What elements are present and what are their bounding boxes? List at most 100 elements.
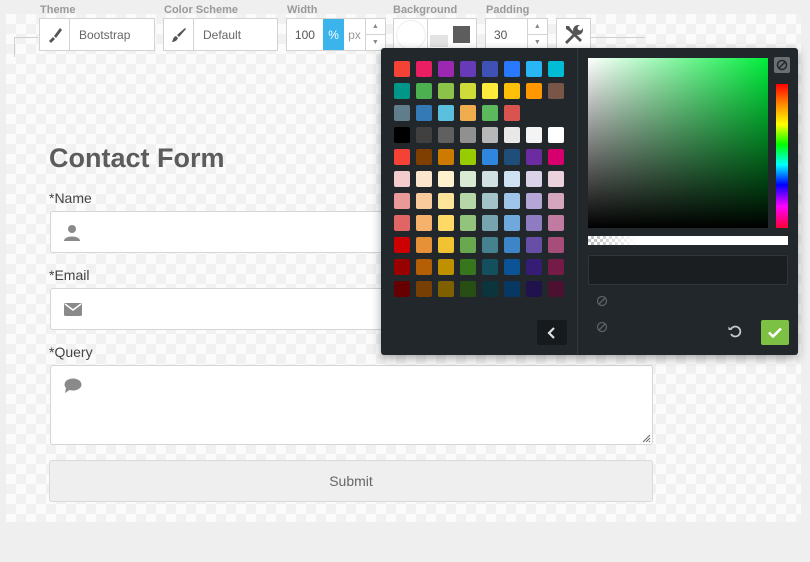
color-swatch[interactable] — [438, 281, 454, 297]
color-swatch[interactable] — [438, 193, 454, 209]
color-swatch[interactable] — [460, 215, 476, 231]
query-textarea[interactable] — [50, 365, 653, 445]
color-swatch[interactable] — [460, 171, 476, 187]
hue-slider[interactable] — [776, 84, 788, 228]
color-swatch[interactable] — [394, 127, 410, 143]
color-swatch[interactable] — [394, 215, 410, 231]
color-swatch[interactable] — [438, 259, 454, 275]
color-swatch[interactable] — [548, 149, 564, 165]
clear-color-button[interactable] — [774, 57, 790, 73]
color-swatch[interactable] — [460, 193, 476, 209]
color-swatch[interactable] — [504, 259, 520, 275]
color-swatch[interactable] — [394, 149, 410, 165]
color-swatch[interactable] — [526, 149, 542, 165]
color-swatch[interactable] — [548, 83, 564, 99]
color-swatch[interactable] — [416, 237, 432, 253]
color-swatch[interactable] — [438, 61, 454, 77]
reset-button[interactable] — [725, 321, 745, 341]
color-swatch[interactable] — [460, 259, 476, 275]
color-swatch[interactable] — [394, 61, 410, 77]
color-swatch[interactable] — [482, 149, 498, 165]
color-swatch[interactable] — [416, 83, 432, 99]
color-swatch[interactable] — [482, 105, 498, 121]
color-swatch[interactable] — [460, 105, 476, 121]
color-swatch[interactable] — [438, 215, 454, 231]
padding-stepper[interactable]: ▲ ▼ — [526, 19, 547, 50]
color-swatch[interactable] — [438, 127, 454, 143]
width-input[interactable]: 100 — [287, 28, 323, 42]
tools-button[interactable] — [556, 18, 591, 51]
color-swatch[interactable] — [482, 237, 498, 253]
color-swatch[interactable] — [394, 83, 410, 99]
color-swatch[interactable] — [504, 171, 520, 187]
color-swatch[interactable] — [548, 61, 564, 77]
color-swatch[interactable] — [394, 193, 410, 209]
unit-percent-toggle[interactable]: % — [322, 19, 345, 50]
color-swatch[interactable] — [416, 127, 432, 143]
color-swatch[interactable] — [482, 61, 498, 77]
color-swatch[interactable] — [548, 193, 564, 209]
color-scheme-select[interactable]: Default — [163, 18, 278, 51]
color-swatch[interactable] — [460, 281, 476, 297]
no-color-icon[interactable] — [596, 295, 608, 307]
color-swatch[interactable] — [526, 61, 542, 77]
color-swatch[interactable] — [460, 127, 476, 143]
color-swatch[interactable] — [394, 171, 410, 187]
saturation-value-area[interactable] — [588, 58, 768, 228]
color-swatch[interactable] — [416, 105, 432, 121]
color-swatch[interactable] — [482, 259, 498, 275]
color-swatch[interactable] — [482, 281, 498, 297]
padding-input[interactable]: 30 — [486, 28, 527, 42]
color-swatch[interactable] — [460, 61, 476, 77]
theme-select[interactable]: Bootstrap — [39, 18, 155, 51]
color-swatch[interactable] — [504, 127, 520, 143]
color-swatch[interactable] — [526, 259, 542, 275]
color-swatch[interactable] — [548, 127, 564, 143]
color-swatch[interactable] — [504, 281, 520, 297]
color-swatch[interactable] — [482, 193, 498, 209]
no-color-icon[interactable] — [596, 321, 608, 333]
color-swatch[interactable] — [394, 281, 410, 297]
color-swatch[interactable] — [460, 83, 476, 99]
hex-color-input[interactable] — [588, 255, 788, 285]
color-swatch[interactable] — [548, 171, 564, 187]
color-swatch[interactable] — [460, 237, 476, 253]
color-swatch[interactable] — [504, 215, 520, 231]
color-swatch[interactable] — [416, 259, 432, 275]
color-swatch[interactable] — [460, 149, 476, 165]
color-swatch[interactable] — [504, 61, 520, 77]
color-swatch[interactable] — [526, 127, 542, 143]
color-swatch[interactable] — [526, 281, 542, 297]
color-swatch[interactable] — [482, 127, 498, 143]
color-swatch[interactable] — [526, 193, 542, 209]
background-white-option[interactable] — [394, 19, 428, 50]
width-stepper[interactable]: ▲ ▼ — [364, 19, 386, 50]
color-swatch[interactable] — [438, 171, 454, 187]
color-swatch[interactable] — [438, 149, 454, 165]
color-swatch[interactable] — [438, 105, 454, 121]
color-swatch[interactable] — [416, 61, 432, 77]
color-swatch[interactable] — [416, 149, 432, 165]
color-swatch[interactable] — [394, 105, 410, 121]
color-swatch[interactable] — [504, 237, 520, 253]
color-swatch[interactable] — [438, 83, 454, 99]
alpha-slider[interactable] — [588, 236, 788, 245]
submit-button[interactable]: Submit — [49, 460, 653, 502]
confirm-color-button[interactable] — [761, 320, 789, 345]
background-dark-option[interactable] — [450, 19, 472, 50]
color-swatch[interactable] — [526, 215, 542, 231]
color-swatch[interactable] — [394, 259, 410, 275]
color-swatch[interactable] — [416, 281, 432, 297]
color-swatch[interactable] — [438, 237, 454, 253]
color-swatch[interactable] — [526, 171, 542, 187]
color-swatch[interactable] — [416, 171, 432, 187]
stepper-up-icon[interactable]: ▲ — [365, 19, 386, 35]
color-swatch[interactable] — [416, 215, 432, 231]
color-swatch[interactable] — [548, 215, 564, 231]
resize-grip-icon[interactable] — [642, 434, 651, 443]
color-swatch[interactable] — [526, 237, 542, 253]
color-swatch[interactable] — [416, 193, 432, 209]
color-swatch[interactable] — [394, 237, 410, 253]
color-swatch[interactable] — [504, 149, 520, 165]
background-light-option[interactable] — [428, 19, 450, 50]
